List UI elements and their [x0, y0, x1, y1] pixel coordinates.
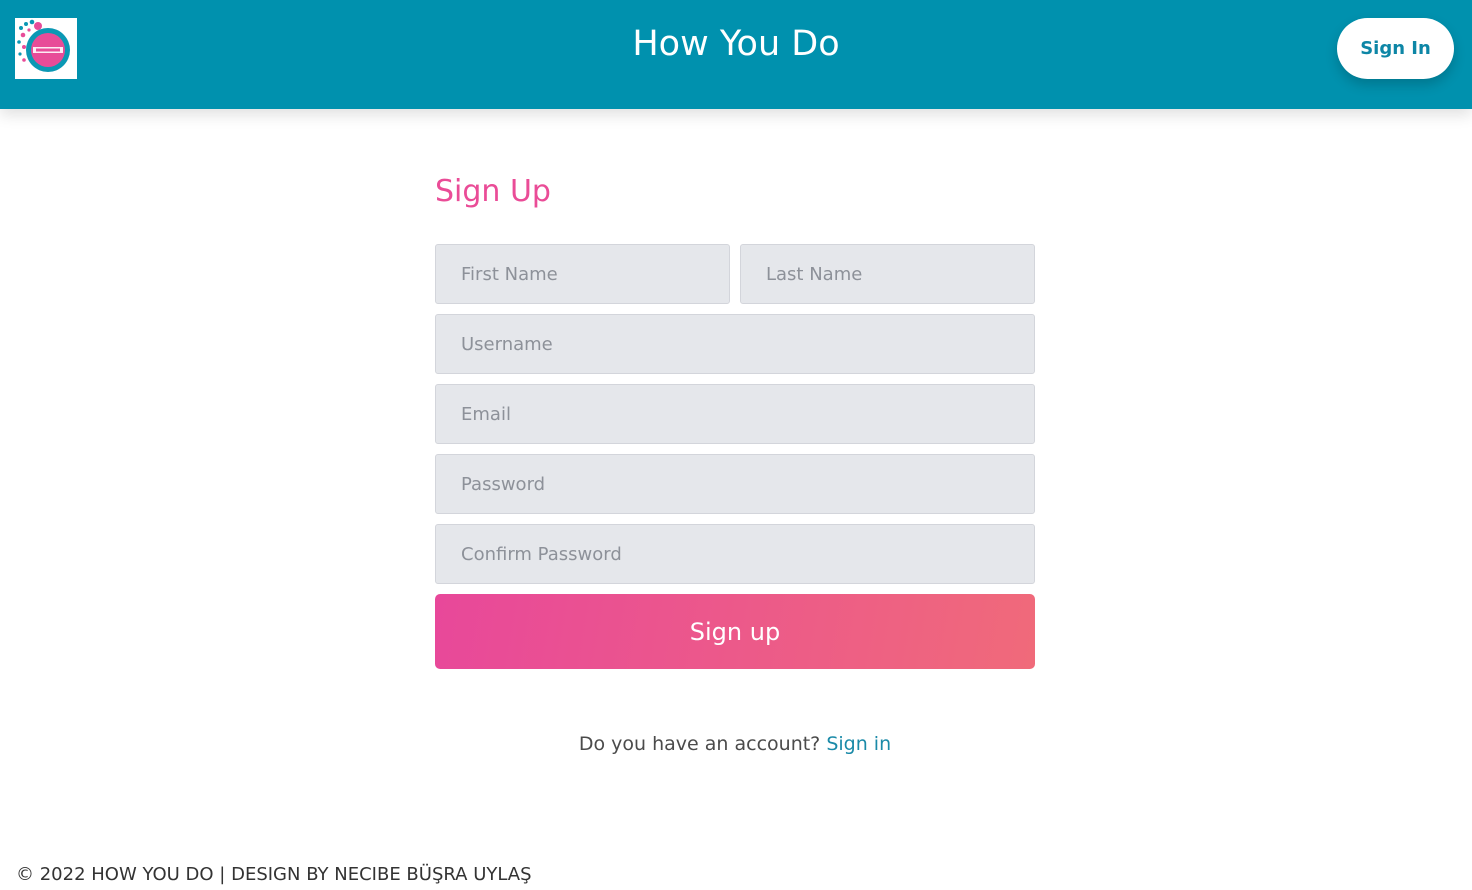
account-prompt-text: Do you have an account?: [578, 733, 821, 755]
site-title: How You Do: [632, 24, 840, 64]
signup-heading: Sign Up: [435, 174, 551, 209]
header-sign-in-button[interactable]: Sign In: [1337, 18, 1454, 79]
signup-submit-button[interactable]: Sign up: [435, 594, 1035, 669]
account-prompt-line: Do you have an account? Sign in: [435, 731, 1035, 757]
footer-copyright: © 2022 HOW YOU DO | DESIGN BY NECIBE BÜŞ…: [16, 864, 532, 885]
sign-in-link[interactable]: Sign in: [826, 733, 891, 755]
password-input[interactable]: [435, 454, 1035, 514]
last-name-input[interactable]: [740, 244, 1035, 304]
confirm-password-input[interactable]: [435, 524, 1035, 584]
top-navbar: How You Do Sign In: [0, 0, 1472, 109]
email-input[interactable]: [435, 384, 1035, 444]
first-name-input[interactable]: [435, 244, 730, 304]
username-input[interactable]: [435, 314, 1035, 374]
